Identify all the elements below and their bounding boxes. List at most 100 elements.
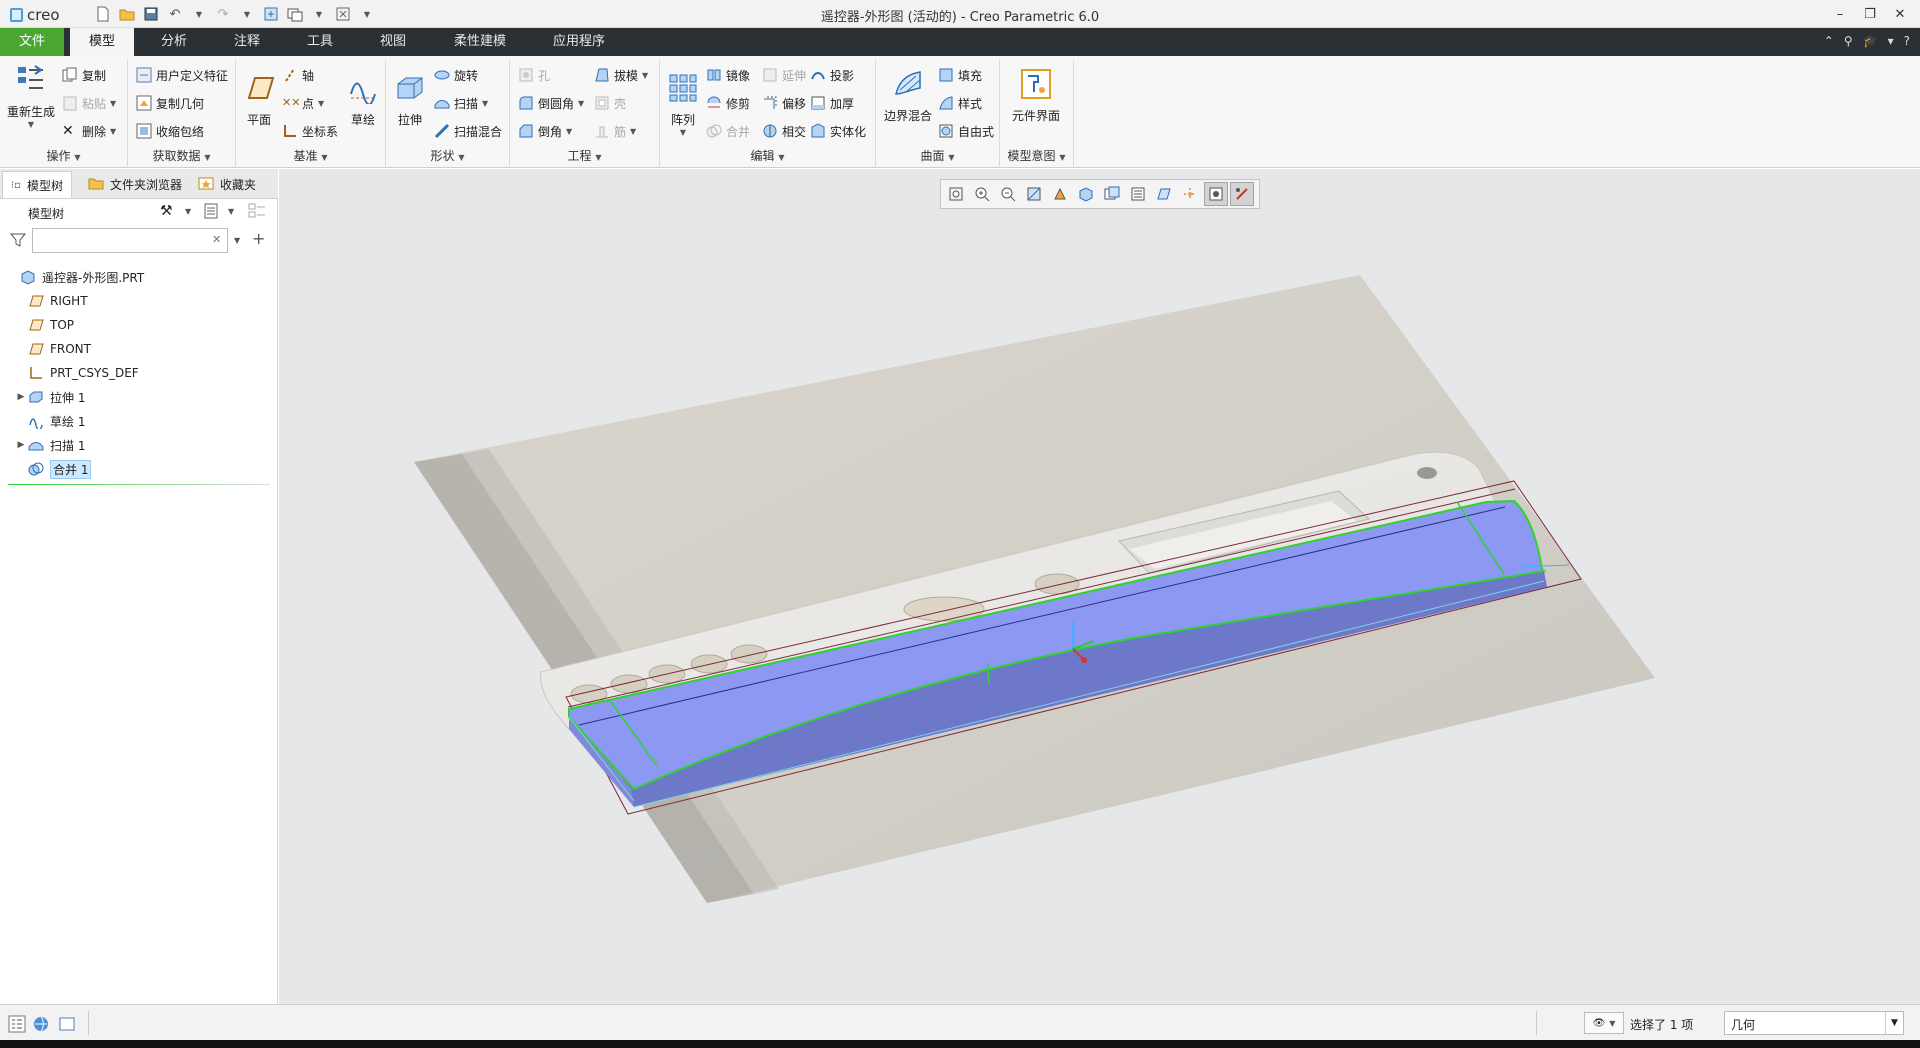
solidify-button[interactable]: 实体化	[810, 120, 866, 142]
copy-button[interactable]: 复制	[62, 64, 106, 86]
tree-item[interactable]: RIGHT	[14, 290, 88, 312]
tree-item[interactable]: ▶ 扫描 1	[14, 434, 86, 456]
add-filter-icon[interactable]: +	[252, 229, 265, 248]
tab-analysis[interactable]: 分析	[140, 28, 208, 56]
boundary-blend-button[interactable]: 边界混合	[878, 68, 938, 124]
hole-button[interactable]: 孔	[518, 64, 550, 86]
annotation-display-icon[interactable]	[1204, 182, 1228, 206]
paste-button[interactable]: 粘贴 ▼	[62, 92, 116, 114]
spin-center-icon[interactable]	[1178, 182, 1202, 206]
tab-applications[interactable]: 应用程序	[536, 28, 622, 56]
csys-button[interactable]: 坐标系	[282, 120, 338, 142]
tree-item[interactable]: 遥控器-外形图.PRT	[6, 266, 144, 288]
tab-file[interactable]: 文件	[0, 28, 64, 56]
expand-arrow-icon[interactable]: ▶	[14, 392, 28, 402]
help-icon[interactable]: ?	[1904, 34, 1910, 48]
regenerate-dropdown-icon[interactable]: ▼	[4, 120, 58, 129]
tree-settings-dropdown-icon[interactable]: ▼	[185, 207, 191, 216]
trim-button[interactable]: 修剪	[706, 92, 750, 114]
tab-folder-browser[interactable]: 文件夹浏览器	[80, 171, 190, 198]
tree-item[interactable]: TOP	[14, 314, 74, 336]
repaint-icon[interactable]	[1022, 182, 1046, 206]
find-button[interactable]: 👁 ▼	[1584, 1012, 1624, 1034]
model-scene[interactable]	[279, 169, 1920, 1004]
freestyle-button[interactable]: 自由式	[938, 120, 994, 142]
restore-icon[interactable]: ❐	[1858, 4, 1882, 24]
view-manager-icon[interactable]	[1126, 182, 1150, 206]
copy-geometry-button[interactable]: 复制几何	[136, 92, 204, 114]
surfaces-group-label[interactable]: 曲面 ▼	[876, 147, 999, 164]
model-intent-group-label[interactable]: 模型意图 ▼	[1000, 147, 1073, 164]
saved-views-icon[interactable]	[1100, 182, 1124, 206]
chamfer-button[interactable]: 倒角 ▼	[518, 120, 572, 142]
tree-search-input[interactable]	[32, 228, 228, 253]
operations-group-label[interactable]: 操作 ▼	[0, 147, 127, 164]
selection-filter-select[interactable]: 几何 ▼	[1724, 1011, 1904, 1035]
pattern-dropdown-icon[interactable]: ▼	[664, 128, 702, 137]
sketch-button[interactable]: 草绘	[344, 72, 382, 128]
get-data-group-label[interactable]: 获取数据 ▼	[128, 147, 235, 164]
collapse-ribbon-icon[interactable]: ⌃	[1824, 34, 1834, 48]
minimize-icon[interactable]: –	[1828, 4, 1852, 24]
swept-blend-button[interactable]: 扫描混合	[434, 120, 502, 142]
tab-flexible-modeling[interactable]: 柔性建模	[440, 28, 520, 56]
display-style-icon[interactable]	[1074, 182, 1098, 206]
round-button[interactable]: 倒圆角 ▼	[518, 92, 584, 114]
mirror-button[interactable]: 镜像	[706, 64, 750, 86]
point-dropdown-icon[interactable]: ▼	[318, 99, 324, 108]
round-dropdown-icon[interactable]: ▼	[578, 99, 584, 108]
merge-button[interactable]: 合并	[706, 120, 750, 142]
offset-button[interactable]: 偏移	[762, 92, 806, 114]
revolve-button[interactable]: 旋转	[434, 64, 478, 86]
component-interface-button[interactable]: 元件界面	[1004, 68, 1068, 124]
paste-dropdown-icon[interactable]: ▼	[110, 99, 116, 108]
pattern-button[interactable]: 阵列 ▼	[664, 72, 702, 137]
tree-columns-icon[interactable]	[204, 203, 218, 222]
tree-item[interactable]: FRONT	[14, 338, 91, 360]
sweep-dropdown-icon[interactable]: ▼	[482, 99, 488, 108]
thicken-button[interactable]: 加厚	[810, 92, 854, 114]
draft-button[interactable]: 拔模 ▼	[594, 64, 648, 86]
tree-item[interactable]: PRT_CSYS_DEF	[14, 362, 139, 384]
tab-favorites[interactable]: 收藏夹	[190, 171, 264, 198]
refit-icon[interactable]	[944, 182, 968, 206]
shrinkwrap-button[interactable]: 收缩包络	[136, 120, 204, 142]
clear-search-icon[interactable]: ✕	[212, 233, 221, 246]
tree-item[interactable]: 草绘 1	[14, 410, 85, 432]
toggle-fullscreen-icon[interactable]	[58, 1015, 76, 1033]
toggle-browser-icon[interactable]	[32, 1015, 50, 1033]
shapes-group-label[interactable]: 形状 ▼	[386, 147, 509, 164]
tab-model-tree[interactable]: ⁝▫ 模型树	[2, 171, 72, 198]
tab-model[interactable]: 模型	[70, 28, 134, 56]
axis-button[interactable]: 轴	[282, 64, 314, 86]
delete-button[interactable]: ✕ 删除 ▼	[62, 120, 116, 142]
search-help-icon[interactable]: ⚲	[1844, 34, 1853, 48]
learning-connector-icon[interactable]: 🎓	[1863, 34, 1878, 48]
extend-button[interactable]: 延伸	[762, 64, 806, 86]
tab-view[interactable]: 视图	[358, 28, 428, 56]
editing-group-label[interactable]: 编辑 ▼	[660, 147, 875, 164]
tree-settings-icon[interactable]: ⚒	[160, 203, 173, 219]
style-button[interactable]: 样式	[938, 92, 982, 114]
tree-item[interactable]: 合并 1	[14, 458, 92, 480]
filter-icon[interactable]	[9, 232, 27, 251]
delete-dropdown-icon[interactable]: ▼	[110, 127, 116, 136]
ribbon-options-icon[interactable]: ▾	[1888, 34, 1894, 48]
rib-button[interactable]: 筋 ▼	[594, 120, 636, 142]
chamfer-dropdown-icon[interactable]: ▼	[566, 127, 572, 136]
project-button[interactable]: 投影	[810, 64, 854, 86]
intersect-button[interactable]: 相交	[762, 120, 806, 142]
draft-dropdown-icon[interactable]: ▼	[642, 71, 648, 80]
udf-button[interactable]: 用户定义特征	[136, 64, 228, 86]
extrude-button[interactable]: 拉伸	[390, 72, 430, 128]
datum-display-icon[interactable]	[1152, 182, 1176, 206]
close-icon[interactable]: ✕	[1888, 4, 1912, 24]
tab-tools[interactable]: 工具	[286, 28, 354, 56]
tree-columns-dropdown-icon[interactable]: ▼	[228, 207, 234, 216]
fill-button[interactable]: 填充	[938, 64, 982, 86]
search-options-dropdown-icon[interactable]: ▼	[234, 236, 240, 245]
tree-filter-settings-icon[interactable]	[248, 203, 266, 222]
shell-button[interactable]: 壳	[594, 92, 626, 114]
sweep-button[interactable]: 扫描 ▼	[434, 92, 488, 114]
regenerate-button[interactable]: 重新生成 ▼	[4, 64, 58, 129]
